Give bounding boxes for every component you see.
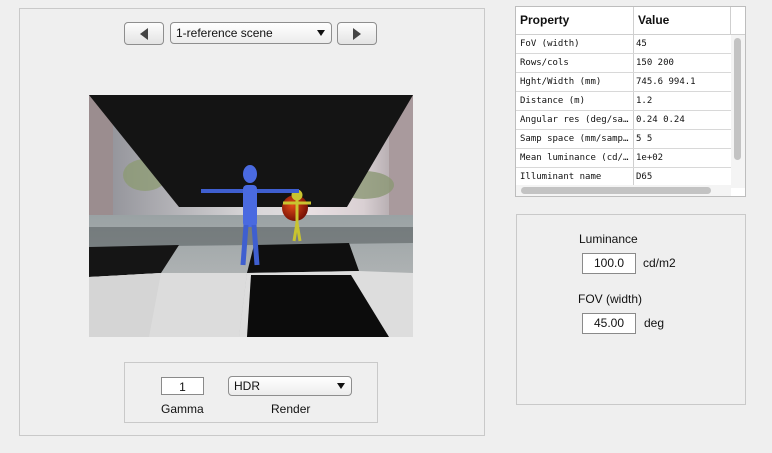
table-header: Property Value bbox=[516, 7, 745, 35]
table-row[interactable]: Distance (m) 1.2 bbox=[516, 92, 731, 111]
table-row[interactable]: Angular res (deg/sa… 0.24 0.24 bbox=[516, 111, 731, 130]
row-value: 45 bbox=[636, 39, 647, 49]
table-row[interactable]: Hght/Width (mm) 745.6 994.1 bbox=[516, 73, 731, 92]
row-value: 1.2 bbox=[636, 96, 653, 106]
vertical-scrollbar[interactable] bbox=[731, 35, 745, 188]
row-value: 5 5 bbox=[636, 134, 653, 144]
row-property: Samp space (mm/samp… bbox=[520, 134, 629, 144]
chevron-down-icon bbox=[337, 383, 345, 389]
column-divider bbox=[730, 7, 731, 35]
horizontal-scrollbar[interactable] bbox=[516, 185, 731, 196]
row-property: Distance (m) bbox=[520, 96, 586, 106]
fov-label: FOV (width) bbox=[578, 292, 643, 306]
horizontal-scroll-thumb[interactable] bbox=[521, 187, 711, 194]
row-property: Illuminant name bbox=[520, 172, 602, 182]
row-property: FoV (width) bbox=[520, 39, 580, 49]
table-row[interactable]: Samp space (mm/samp… 5 5 bbox=[516, 130, 731, 149]
left-triangle-icon bbox=[140, 27, 148, 40]
row-property: Hght/Width (mm) bbox=[520, 77, 602, 87]
header-value: Value bbox=[638, 13, 670, 27]
scene-select[interactable]: 1-reference scene bbox=[170, 22, 332, 44]
scene-select-value: 1-reference scene bbox=[176, 26, 273, 40]
property-table[interactable]: Property Value FoV (width) 45 Rows/cols … bbox=[515, 6, 746, 197]
row-property: Rows/cols bbox=[520, 58, 569, 68]
table-row[interactable]: Mean luminance (cd/… 1e+02 bbox=[516, 149, 731, 168]
row-value: D65 bbox=[636, 172, 653, 182]
header-property: Property bbox=[520, 13, 570, 27]
render-label: Render bbox=[271, 402, 311, 416]
row-property: Angular res (deg/sa… bbox=[520, 115, 629, 125]
row-value: 0.24 0.24 bbox=[636, 115, 685, 125]
vertical-scroll-thumb[interactable] bbox=[734, 38, 741, 160]
chevron-down-icon bbox=[317, 30, 325, 36]
row-property: Mean luminance (cd/… bbox=[520, 153, 629, 163]
fov-input[interactable]: 45.00 bbox=[582, 313, 636, 334]
right-triangle-icon bbox=[353, 27, 361, 40]
luminance-unit: cd/m2 bbox=[643, 256, 676, 270]
prev-scene-button[interactable] bbox=[124, 22, 164, 45]
render-select[interactable]: HDR bbox=[228, 376, 352, 396]
luminance-input[interactable]: 100.0 bbox=[582, 253, 636, 274]
row-value: 150 200 bbox=[636, 58, 674, 68]
table-row[interactable]: FoV (width) 45 bbox=[516, 35, 731, 54]
fov-unit: deg bbox=[644, 316, 665, 330]
table-row[interactable]: Rows/cols 150 200 bbox=[516, 54, 731, 73]
row-value: 1e+02 bbox=[636, 153, 664, 163]
render-select-value: HDR bbox=[234, 379, 260, 393]
row-value: 745.6 994.1 bbox=[636, 77, 696, 87]
scene-image bbox=[89, 95, 413, 337]
gamma-input[interactable]: 1 bbox=[161, 377, 204, 395]
next-scene-button[interactable] bbox=[337, 22, 377, 45]
luminance-label: Luminance bbox=[579, 232, 638, 246]
gamma-label: Gamma bbox=[161, 402, 204, 416]
